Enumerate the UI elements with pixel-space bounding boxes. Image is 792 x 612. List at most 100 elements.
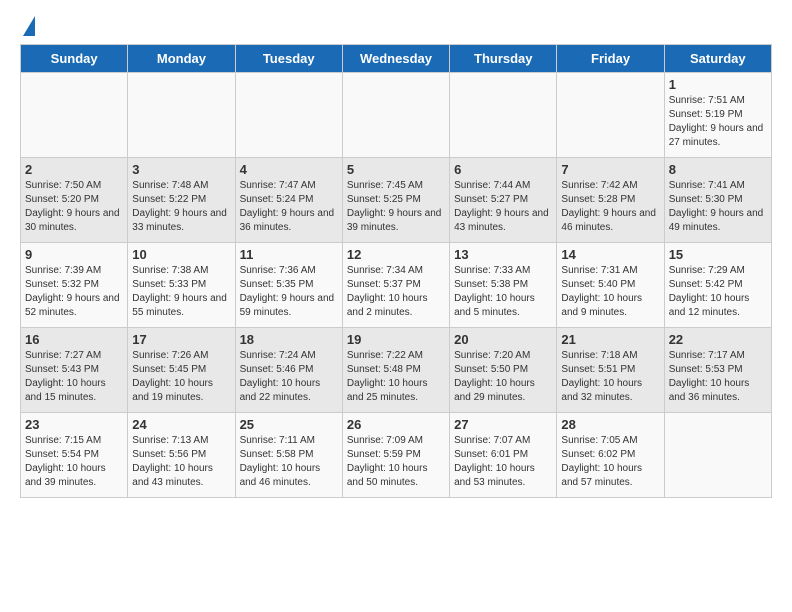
- day-info: Sunrise: 7:45 AM Sunset: 5:25 PM Dayligh…: [347, 179, 445, 235]
- day-info: Sunrise: 7:50 AM Sunset: 5:20 PM Dayligh…: [25, 179, 123, 235]
- calendar-cell: [664, 413, 771, 498]
- day-info: Sunrise: 7:22 AM Sunset: 5:48 PM Dayligh…: [347, 349, 445, 405]
- calendar-cell: 14 Sunrise: 7:31 AM Sunset: 5:40 PM Dayli…: [557, 243, 664, 328]
- day-number: 18: [240, 332, 338, 347]
- column-header-sunday: Sunday: [21, 45, 128, 73]
- logo-icon: [23, 16, 35, 36]
- calendar-cell: [557, 73, 664, 158]
- calendar-cell: [21, 73, 128, 158]
- day-info: Sunrise: 7:29 AM Sunset: 5:42 PM Dayligh…: [669, 264, 767, 320]
- day-number: 17: [132, 332, 230, 347]
- day-number: 27: [454, 417, 552, 432]
- day-info: Sunrise: 7:41 AM Sunset: 5:30 PM Dayligh…: [669, 179, 767, 235]
- calendar-cell: 10 Sunrise: 7:38 AM Sunset: 5:33 PM Dayli…: [128, 243, 235, 328]
- calendar-cell: 12 Sunrise: 7:34 AM Sunset: 5:37 PM Dayli…: [342, 243, 449, 328]
- day-info: Sunrise: 7:15 AM Sunset: 5:54 PM Dayligh…: [25, 434, 123, 490]
- day-info: Sunrise: 7:24 AM Sunset: 5:46 PM Dayligh…: [240, 349, 338, 405]
- day-number: 4: [240, 162, 338, 177]
- calendar-cell: 8 Sunrise: 7:41 AM Sunset: 5:30 PM Daylig…: [664, 158, 771, 243]
- calendar-cell: 6 Sunrise: 7:44 AM Sunset: 5:27 PM Daylig…: [450, 158, 557, 243]
- day-number: 23: [25, 417, 123, 432]
- calendar-cell: 19 Sunrise: 7:22 AM Sunset: 5:48 PM Dayli…: [342, 328, 449, 413]
- day-number: 3: [132, 162, 230, 177]
- calendar-cell: 3 Sunrise: 7:48 AM Sunset: 5:22 PM Daylig…: [128, 158, 235, 243]
- day-number: 6: [454, 162, 552, 177]
- day-info: Sunrise: 7:44 AM Sunset: 5:27 PM Dayligh…: [454, 179, 552, 235]
- day-number: 25: [240, 417, 338, 432]
- column-header-wednesday: Wednesday: [342, 45, 449, 73]
- calendar-cell: 28 Sunrise: 7:05 AM Sunset: 6:02 PM Dayli…: [557, 413, 664, 498]
- day-number: 20: [454, 332, 552, 347]
- calendar-cell: 17 Sunrise: 7:26 AM Sunset: 5:45 PM Dayli…: [128, 328, 235, 413]
- day-info: Sunrise: 7:05 AM Sunset: 6:02 PM Dayligh…: [561, 434, 659, 490]
- day-number: 1: [669, 77, 767, 92]
- day-info: Sunrise: 7:38 AM Sunset: 5:33 PM Dayligh…: [132, 264, 230, 320]
- day-number: 14: [561, 247, 659, 262]
- day-info: Sunrise: 7:13 AM Sunset: 5:56 PM Dayligh…: [132, 434, 230, 490]
- page-header: [20, 20, 772, 34]
- calendar-cell: 9 Sunrise: 7:39 AM Sunset: 5:32 PM Daylig…: [21, 243, 128, 328]
- calendar-cell: 7 Sunrise: 7:42 AM Sunset: 5:28 PM Daylig…: [557, 158, 664, 243]
- day-info: Sunrise: 7:20 AM Sunset: 5:50 PM Dayligh…: [454, 349, 552, 405]
- day-info: Sunrise: 7:31 AM Sunset: 5:40 PM Dayligh…: [561, 264, 659, 320]
- day-number: 11: [240, 247, 338, 262]
- day-number: 7: [561, 162, 659, 177]
- calendar-cell: 13 Sunrise: 7:33 AM Sunset: 5:38 PM Dayli…: [450, 243, 557, 328]
- calendar-cell: 15 Sunrise: 7:29 AM Sunset: 5:42 PM Dayli…: [664, 243, 771, 328]
- calendar-cell: 20 Sunrise: 7:20 AM Sunset: 5:50 PM Dayli…: [450, 328, 557, 413]
- calendar-cell: [342, 73, 449, 158]
- day-info: Sunrise: 7:07 AM Sunset: 6:01 PM Dayligh…: [454, 434, 552, 490]
- day-info: Sunrise: 7:11 AM Sunset: 5:58 PM Dayligh…: [240, 434, 338, 490]
- day-number: 21: [561, 332, 659, 347]
- day-info: Sunrise: 7:09 AM Sunset: 5:59 PM Dayligh…: [347, 434, 445, 490]
- calendar-cell: 25 Sunrise: 7:11 AM Sunset: 5:58 PM Dayli…: [235, 413, 342, 498]
- day-info: Sunrise: 7:39 AM Sunset: 5:32 PM Dayligh…: [25, 264, 123, 320]
- day-number: 2: [25, 162, 123, 177]
- calendar-cell: 23 Sunrise: 7:15 AM Sunset: 5:54 PM Dayli…: [21, 413, 128, 498]
- day-info: Sunrise: 7:18 AM Sunset: 5:51 PM Dayligh…: [561, 349, 659, 405]
- day-number: 8: [669, 162, 767, 177]
- calendar-cell: [235, 73, 342, 158]
- day-info: Sunrise: 7:33 AM Sunset: 5:38 PM Dayligh…: [454, 264, 552, 320]
- logo: [20, 20, 35, 34]
- calendar-cell: 16Sunrise: 7:27 AM Sunset: 5:43 PM Dayli…: [21, 328, 128, 413]
- column-header-thursday: Thursday: [450, 45, 557, 73]
- calendar-cell: 2 Sunrise: 7:50 AM Sunset: 5:20 PM Daylig…: [21, 158, 128, 243]
- day-info: Sunrise: 7:47 AM Sunset: 5:24 PM Dayligh…: [240, 179, 338, 235]
- day-info: Sunrise: 7:42 AM Sunset: 5:28 PM Dayligh…: [561, 179, 659, 235]
- day-info: Sunrise: 7:27 AM Sunset: 5:43 PM Dayligh…: [25, 349, 123, 405]
- calendar-cell: [128, 73, 235, 158]
- day-number: 19: [347, 332, 445, 347]
- calendar-cell: 27 Sunrise: 7:07 AM Sunset: 6:01 PM Dayli…: [450, 413, 557, 498]
- column-header-saturday: Saturday: [664, 45, 771, 73]
- calendar-cell: 24 Sunrise: 7:13 AM Sunset: 5:56 PM Dayli…: [128, 413, 235, 498]
- day-number: 12: [347, 247, 445, 262]
- day-number: 13: [454, 247, 552, 262]
- calendar-cell: 22Sunrise: 7:17 AM Sunset: 5:53 PM Dayli…: [664, 328, 771, 413]
- day-number: 22: [669, 332, 767, 347]
- day-info: Sunrise: 7:26 AM Sunset: 5:45 PM Dayligh…: [132, 349, 230, 405]
- column-header-monday: Monday: [128, 45, 235, 73]
- calendar-cell: 4 Sunrise: 7:47 AM Sunset: 5:24 PM Daylig…: [235, 158, 342, 243]
- calendar-cell: 1 Sunrise: 7:51 AM Sunset: 5:19 PM Daylig…: [664, 73, 771, 158]
- day-info: Sunrise: 7:34 AM Sunset: 5:37 PM Dayligh…: [347, 264, 445, 320]
- column-header-friday: Friday: [557, 45, 664, 73]
- column-header-tuesday: Tuesday: [235, 45, 342, 73]
- calendar-cell: 11 Sunrise: 7:36 AM Sunset: 5:35 PM Dayli…: [235, 243, 342, 328]
- day-number: 24: [132, 417, 230, 432]
- calendar-cell: 18 Sunrise: 7:24 AM Sunset: 5:46 PM Dayli…: [235, 328, 342, 413]
- calendar-cell: 5 Sunrise: 7:45 AM Sunset: 5:25 PM Daylig…: [342, 158, 449, 243]
- day-number: 28: [561, 417, 659, 432]
- calendar-cell: 26 Sunrise: 7:09 AM Sunset: 5:59 PM Dayli…: [342, 413, 449, 498]
- day-number: 10: [132, 247, 230, 262]
- calendar-cell: [450, 73, 557, 158]
- day-info: Sunrise: 7:51 AM Sunset: 5:19 PM Dayligh…: [669, 94, 767, 150]
- day-number: 9: [25, 247, 123, 262]
- day-number: 26: [347, 417, 445, 432]
- day-number: 15: [669, 247, 767, 262]
- calendar-table: SundayMondayTuesdayWednesdayThursdayFrid…: [20, 44, 772, 498]
- day-info: Sunrise: 7:48 AM Sunset: 5:22 PM Dayligh…: [132, 179, 230, 235]
- day-info: Sunrise: 7:36 AM Sunset: 5:35 PM Dayligh…: [240, 264, 338, 320]
- day-number: 5: [347, 162, 445, 177]
- calendar-cell: 21 Sunrise: 7:18 AM Sunset: 5:51 PM Dayli…: [557, 328, 664, 413]
